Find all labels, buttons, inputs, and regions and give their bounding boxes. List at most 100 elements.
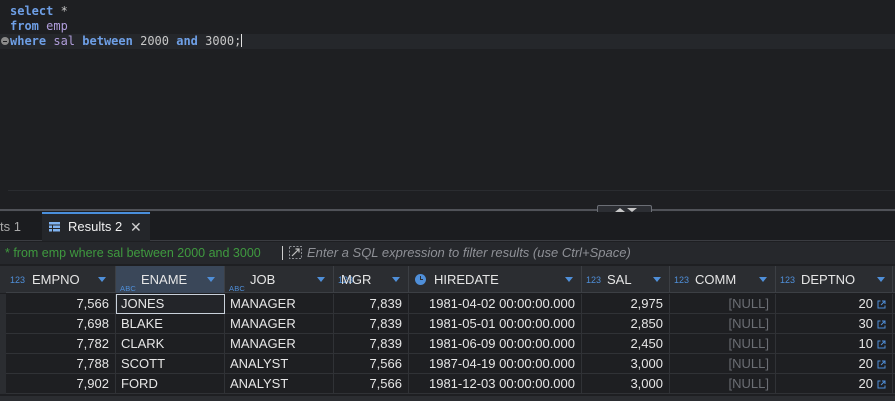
cell-mgr[interactable]: 7,839: [334, 294, 409, 314]
cell-hiredate[interactable]: 1981-04-02 00:00:00.000: [409, 294, 582, 314]
cell-comm[interactable]: [NULL]: [670, 294, 776, 314]
column-header-label: HIREDATE: [434, 272, 499, 287]
code-line-3[interactable]: where sal between 2000 and 3000;: [10, 34, 243, 49]
column-header-job[interactable]: ABC JOB: [225, 266, 334, 293]
cell-empno[interactable]: 7,698: [6, 314, 116, 334]
cell-hiredate[interactable]: 1981-05-01 00:00:00.000: [409, 314, 582, 334]
sql-high-value: 3000: [205, 34, 235, 48]
cell-deptno[interactable]: 20: [776, 354, 893, 374]
cell-comm[interactable]: [NULL]: [670, 314, 776, 334]
column-header-empno[interactable]: 123 EMPNO: [6, 266, 116, 293]
cell-ename[interactable]: BLAKE: [116, 314, 225, 334]
numeric-type-icon: 123: [586, 275, 602, 285]
grid-footer-strip: [0, 396, 895, 401]
column-header-mgr[interactable]: 123 MGR: [334, 266, 409, 293]
sort-filter-icon[interactable]: [317, 277, 325, 282]
cell-deptno-value: 20: [858, 356, 873, 371]
numeric-type-icon: 123: [10, 275, 26, 285]
open-link-icon[interactable]: [877, 360, 886, 369]
cell-ename[interactable]: FORD: [116, 374, 225, 394]
cell-job[interactable]: MANAGER: [225, 294, 334, 314]
cell-job[interactable]: ANALYST: [225, 374, 334, 394]
cell-mgr[interactable]: 7,566: [334, 354, 409, 374]
sort-filter-icon[interactable]: [759, 277, 767, 282]
open-link-icon[interactable]: [877, 340, 886, 349]
open-link-icon[interactable]: [877, 320, 886, 329]
cell-hiredate[interactable]: 1987-04-19 00:00:00.000: [409, 354, 582, 374]
code-line-1[interactable]: select *: [10, 4, 68, 19]
open-link-icon[interactable]: [877, 300, 886, 309]
filter-input[interactable]: * from emp where sal between 2000 and 30…: [5, 242, 283, 264]
cell-empno[interactable]: 7,566: [6, 294, 116, 314]
cell-deptno[interactable]: 20: [776, 374, 893, 394]
splitter-line: [0, 209, 895, 211]
sort-filter-icon[interactable]: [392, 277, 400, 282]
open-link-icon[interactable]: [877, 380, 886, 389]
sql-keyword-between: between: [82, 34, 133, 48]
cell-comm[interactable]: [NULL]: [670, 354, 776, 374]
cell-sal[interactable]: 3,000: [582, 374, 670, 394]
column-header-label: SAL: [607, 272, 632, 287]
table-row[interactable]: 7,782 CLARK MANAGER 7,839 1981-06-09 00:…: [0, 334, 895, 354]
column-header-label: ENAME: [141, 272, 188, 287]
cell-ename[interactable]: SCOTT: [116, 354, 225, 374]
tab-results-2[interactable]: Results 2 ✕: [42, 212, 150, 241]
editor-divider: [8, 190, 895, 191]
cell-job[interactable]: MANAGER: [225, 334, 334, 354]
column-header-hiredate[interactable]: HIREDATE: [409, 266, 582, 293]
cell-hiredate[interactable]: 1981-06-09 00:00:00.000: [409, 334, 582, 354]
cell-mgr[interactable]: 7,566: [334, 374, 409, 394]
cell-sal[interactable]: 2,975: [582, 294, 670, 314]
cell-sal[interactable]: 2,850: [582, 314, 670, 334]
results-filter-bar: * from emp where sal between 2000 and 30…: [0, 242, 895, 264]
column-header-ename[interactable]: ABC ENAME: [116, 266, 225, 293]
tab-results-1[interactable]: ts 1: [0, 212, 40, 241]
column-header-label: DEPTNO: [801, 272, 856, 287]
sort-filter-icon[interactable]: [98, 277, 106, 282]
cell-comm[interactable]: [NULL]: [670, 374, 776, 394]
tab-results-2-label: Results 2: [68, 219, 123, 234]
cell-comm[interactable]: [NULL]: [670, 334, 776, 354]
column-header-label: MGR: [341, 272, 372, 287]
cell-deptno[interactable]: 20: [776, 294, 893, 314]
sort-filter-icon[interactable]: [877, 277, 885, 282]
text-caret: [241, 34, 243, 47]
results-tab-bar: ts 1 Results 2 ✕: [0, 212, 895, 241]
sort-filter-icon[interactable]: [653, 277, 661, 282]
sort-filter-icon[interactable]: [207, 277, 215, 282]
cell-mgr[interactable]: 7,839: [334, 334, 409, 354]
cell-empno[interactable]: 7,782: [6, 334, 116, 354]
column-header-sal[interactable]: 123 SAL: [582, 266, 670, 293]
table-row[interactable]: 7,698 BLAKE MANAGER 7,839 1981-05-01 00:…: [0, 314, 895, 334]
panel-splitter[interactable]: [0, 204, 895, 214]
sql-table-name: emp: [46, 19, 68, 33]
column-header-label: JOB: [250, 272, 276, 287]
code-line-2[interactable]: from emp: [10, 19, 68, 34]
cell-deptno[interactable]: 10: [776, 334, 893, 354]
cell-sal[interactable]: 3,000: [582, 354, 670, 374]
numeric-type-icon: 123: [674, 275, 690, 285]
expand-icon[interactable]: [289, 246, 302, 259]
cell-empno[interactable]: 7,788: [6, 354, 116, 374]
cell-ename-focused[interactable]: JONES: [116, 294, 225, 314]
cell-deptno[interactable]: 30: [776, 314, 893, 334]
fold-collapse-icon[interactable]: [1, 37, 9, 45]
cell-sal[interactable]: 2,450: [582, 334, 670, 354]
sort-filter-icon[interactable]: [565, 277, 573, 282]
column-header-comm[interactable]: 123 COMM: [670, 266, 776, 293]
table-row[interactable]: 7,788 SCOTT ANALYST 7,566 1987-04-19 00:…: [0, 354, 895, 374]
cell-mgr[interactable]: 7,839: [334, 314, 409, 334]
sql-editor[interactable]: select * from emp where sal between 2000…: [0, 0, 895, 192]
column-header-deptno[interactable]: 123 DEPTNO: [776, 266, 893, 293]
cell-ename[interactable]: CLARK: [116, 334, 225, 354]
close-icon[interactable]: ✕: [130, 214, 142, 240]
table-row[interactable]: 7,566 JONES MANAGER 7,839 1981-04-02 00:…: [0, 294, 895, 314]
cell-hiredate[interactable]: 1981-12-03 00:00:00.000: [409, 374, 582, 394]
sql-keyword-where: where: [10, 34, 47, 48]
table-row[interactable]: 7,902 FORD ANALYST 7,566 1981-12-03 00:0…: [0, 374, 895, 394]
cell-empno[interactable]: 7,902: [6, 374, 116, 394]
results-grid[interactable]: 123 EMPNO ABC ENAME ABC JOB 123 MGR HIRE…: [0, 266, 895, 401]
cell-job[interactable]: ANALYST: [225, 354, 334, 374]
cell-job[interactable]: MANAGER: [225, 314, 334, 334]
cell-deptno-value: 30: [858, 316, 873, 331]
